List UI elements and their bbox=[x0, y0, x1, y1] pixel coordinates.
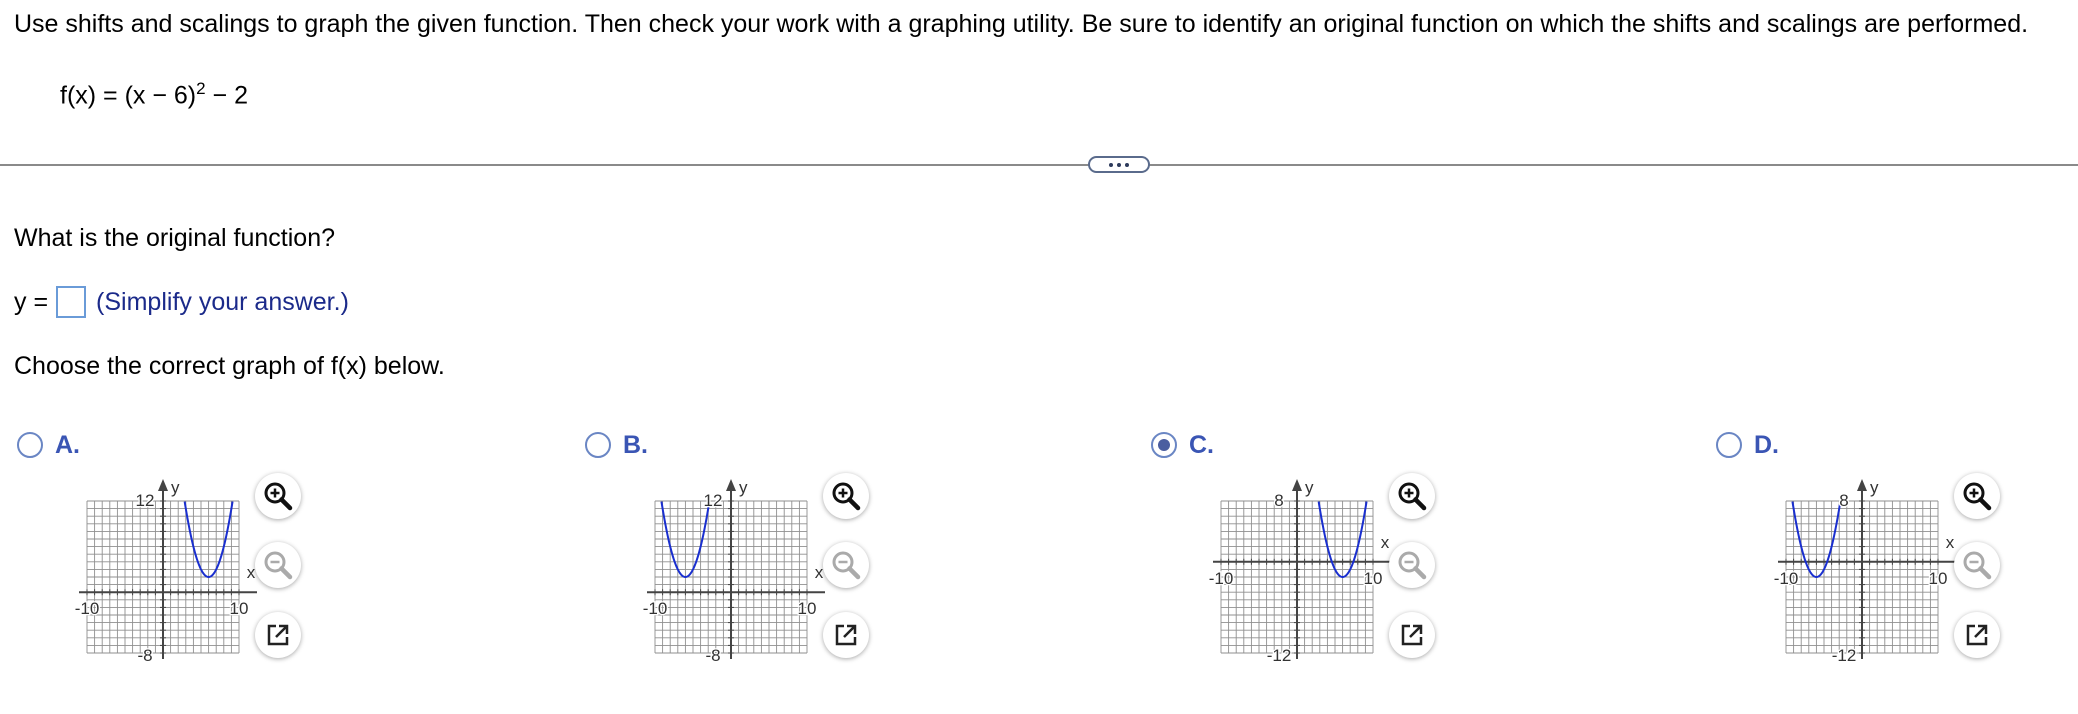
popout-icon bbox=[835, 624, 857, 646]
zoom-in-icon bbox=[832, 482, 861, 511]
answer-row: y = (Simplify your answer.) bbox=[14, 284, 349, 320]
y-min-label: -8 bbox=[137, 646, 152, 665]
function-tail: − 2 bbox=[205, 81, 249, 110]
zoom-out-button[interactable] bbox=[823, 542, 869, 588]
section-divider bbox=[0, 164, 2078, 166]
zoom-in-button[interactable] bbox=[1954, 473, 2000, 519]
function-base: f(x) = (x − 6) bbox=[60, 81, 197, 110]
function-exponent: 2 bbox=[196, 79, 206, 98]
y-max-label: 8 bbox=[1839, 491, 1848, 510]
option-b-label: B. bbox=[623, 431, 648, 459]
zoom-out-icon bbox=[1963, 551, 1992, 580]
y-max-label: 8 bbox=[1274, 491, 1283, 510]
x-axis-label: x bbox=[1946, 533, 1955, 552]
zoom-out-button[interactable] bbox=[1954, 542, 2000, 588]
option-c[interactable]: C. y x -10 10 8 -12 bbox=[1151, 427, 1631, 687]
y-min-label: -12 bbox=[1267, 646, 1292, 665]
zoom-out-button[interactable] bbox=[255, 542, 301, 588]
x-min-label: -10 bbox=[1774, 569, 1799, 588]
zoom-in-button[interactable] bbox=[1389, 473, 1435, 519]
zoom-in-icon bbox=[264, 482, 293, 511]
radio-option-d[interactable] bbox=[1716, 432, 1742, 458]
option-a-label: A. bbox=[55, 431, 80, 459]
y-min-label: -12 bbox=[1832, 646, 1857, 665]
y-axis-arrow bbox=[158, 479, 168, 491]
x-max-label: 10 bbox=[1929, 569, 1948, 588]
answer-hint: (Simplify your answer.) bbox=[96, 287, 349, 316]
graph-option-c: y x -10 10 8 -12 bbox=[1207, 477, 1391, 666]
x-min-label: -10 bbox=[643, 599, 668, 618]
x-min-label: -10 bbox=[75, 599, 100, 618]
zoom-out-icon bbox=[264, 551, 293, 580]
y-max-label: 12 bbox=[136, 491, 155, 510]
radio-option-a[interactable] bbox=[17, 432, 43, 458]
option-a[interactable]: A. y x -10 10 12 -8 bbox=[17, 427, 497, 687]
popout-icon bbox=[1966, 624, 1988, 646]
zoom-in-button[interactable] bbox=[255, 473, 301, 519]
popout-icon bbox=[267, 624, 289, 646]
option-d-label: D. bbox=[1754, 431, 1779, 459]
choose-prompt: Choose the correct graph of f(x) below. bbox=[14, 352, 445, 380]
graph-option-b: y x -10 10 12 -8 bbox=[641, 477, 825, 666]
x-axis-label: x bbox=[1381, 533, 1390, 552]
y-axis-arrow bbox=[1857, 479, 1867, 491]
popout-button[interactable] bbox=[1954, 612, 2000, 658]
popout-button[interactable] bbox=[255, 612, 301, 658]
zoom-out-icon bbox=[1398, 551, 1427, 580]
radio-option-b[interactable] bbox=[585, 432, 611, 458]
graph-option-d: y x -10 10 8 -12 bbox=[1772, 477, 1956, 666]
y-axis-label: y bbox=[171, 478, 180, 497]
y-axis-label: y bbox=[1305, 478, 1314, 497]
y-axis-label: y bbox=[1870, 478, 1879, 497]
ellipsis-dot bbox=[1125, 162, 1129, 167]
answer-input[interactable] bbox=[56, 286, 87, 318]
ellipsis-dot bbox=[1117, 162, 1121, 167]
question-text: What is the original function? bbox=[14, 224, 336, 252]
y-axis-label: y bbox=[739, 478, 748, 497]
zoom-out-button[interactable] bbox=[1389, 542, 1435, 588]
zoom-in-icon bbox=[1963, 482, 1992, 511]
x-max-label: 10 bbox=[798, 599, 817, 618]
popout-icon bbox=[1401, 624, 1423, 646]
x-min-label: -10 bbox=[1209, 569, 1234, 588]
option-c-label: C. bbox=[1189, 431, 1214, 459]
y-axis-arrow bbox=[726, 479, 736, 491]
ellipsis-dot bbox=[1109, 162, 1113, 167]
option-b[interactable]: B. y x -10 10 12 -8 bbox=[585, 427, 1065, 687]
graph-option-a: y x -10 10 12 -8 bbox=[73, 477, 257, 666]
more-options-button[interactable] bbox=[1088, 156, 1150, 173]
option-d[interactable]: D. y x -10 10 8 -12 bbox=[1716, 427, 2078, 687]
zoom-in-button[interactable] bbox=[823, 473, 869, 519]
popout-button[interactable] bbox=[823, 612, 869, 658]
zoom-in-icon bbox=[1398, 482, 1427, 511]
y-min-label: -8 bbox=[705, 646, 720, 665]
x-max-label: 10 bbox=[230, 599, 249, 618]
zoom-out-icon bbox=[832, 551, 861, 580]
function-display: f(x) = (x − 6)2 − 2 bbox=[60, 72, 248, 112]
y-axis-arrow bbox=[1292, 479, 1302, 491]
radio-option-c[interactable] bbox=[1151, 432, 1177, 458]
y-max-label: 12 bbox=[704, 491, 723, 510]
answer-prefix: y = bbox=[14, 287, 49, 316]
x-max-label: 10 bbox=[1364, 569, 1383, 588]
instructions-text: Use shifts and scalings to graph the giv… bbox=[14, 10, 2029, 38]
popout-button[interactable] bbox=[1389, 612, 1435, 658]
